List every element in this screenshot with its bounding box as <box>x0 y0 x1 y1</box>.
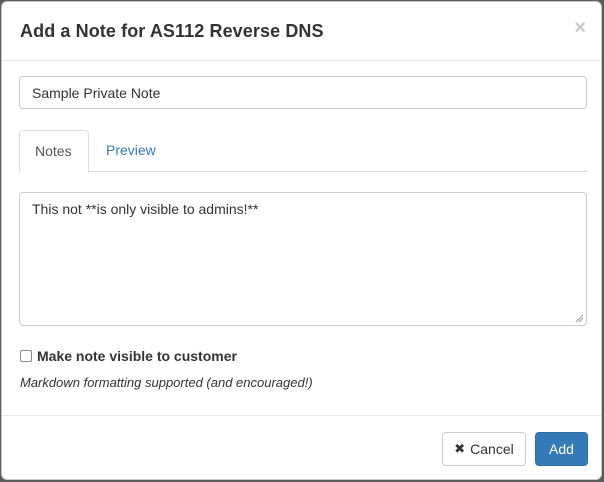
modal-header: Add a Note for AS112 Reverse DNS × <box>2 2 601 61</box>
cancel-button[interactable]: ✖ Cancel <box>442 432 526 466</box>
modal-title: Add a Note for AS112 Reverse DNS <box>20 21 324 41</box>
modal-footer: ✖ Cancel Add <box>2 415 601 479</box>
tab-notes[interactable]: Notes <box>19 130 89 173</box>
visible-to-customer-row: Make note visible to customer <box>20 347 237 365</box>
close-icon[interactable]: × <box>574 18 586 38</box>
editor-tabs: Notes Preview <box>19 130 587 173</box>
times-icon: ✖ <box>454 441 466 456</box>
visible-to-customer-label[interactable]: Make note visible to customer <box>37 348 237 364</box>
resize-grip-icon[interactable] <box>574 313 584 323</box>
note-title-input[interactable] <box>19 76 587 109</box>
markdown-help-text: Markdown formatting supported (and encou… <box>20 375 313 390</box>
add-note-modal: Add a Note for AS112 Reverse DNS × Notes… <box>1 1 602 480</box>
add-button[interactable]: Add <box>535 432 588 466</box>
visible-to-customer-checkbox[interactable] <box>20 350 32 362</box>
cancel-label: Cancel <box>470 441 514 457</box>
tab-preview[interactable]: Preview <box>91 130 171 172</box>
note-body-textarea[interactable]: This not **is only visible to admins!** <box>19 192 587 326</box>
